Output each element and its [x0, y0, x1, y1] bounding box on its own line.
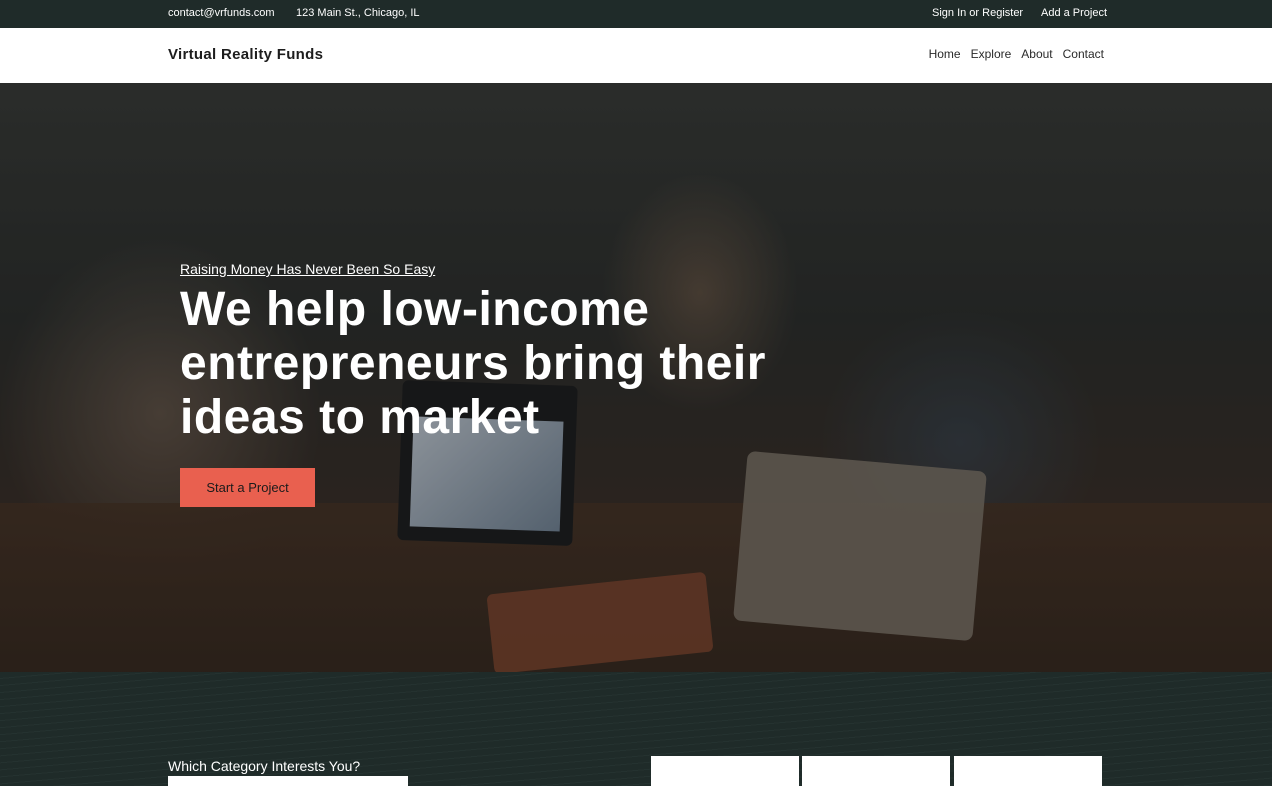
hero-subtitle[interactable]: Raising Money Has Never Been So Easy — [180, 261, 435, 277]
nav-about[interactable]: About — [1021, 47, 1052, 61]
top-bar: contact@vrfunds.com 123 Main St., Chicag… — [0, 0, 1272, 28]
sign-in-link[interactable]: Sign In or Register — [932, 7, 1023, 19]
add-project-link[interactable]: Add a Project — [1041, 7, 1107, 19]
nav-explore[interactable]: Explore — [971, 47, 1012, 61]
nav-menu: Home Explore About Contact — [929, 47, 1104, 61]
contact-email-link[interactable]: contact@vrfunds.com — [168, 7, 275, 19]
category-tile[interactable] — [651, 756, 799, 786]
brand-logo[interactable]: Virtual Reality Funds — [168, 46, 323, 63]
category-section: Which Category Interests You? — [0, 672, 1272, 786]
category-heading-partial — [168, 776, 468, 786]
nav-home[interactable]: Home — [929, 47, 961, 61]
category-label: Which Category Interests You? — [168, 758, 361, 774]
category-tile[interactable] — [954, 756, 1102, 786]
nav-contact[interactable]: Contact — [1063, 47, 1104, 61]
main-navbar: Virtual Reality Funds Home Explore About… — [0, 28, 1272, 83]
start-project-button[interactable]: Start a Project — [180, 468, 315, 507]
address-text: 123 Main St., Chicago, IL — [296, 7, 420, 19]
category-tile[interactable] — [802, 756, 950, 786]
hero-title: We help low-income entrepreneurs bring t… — [180, 283, 766, 444]
hero-section: Raising Money Has Never Been So Easy We … — [0, 83, 1272, 672]
